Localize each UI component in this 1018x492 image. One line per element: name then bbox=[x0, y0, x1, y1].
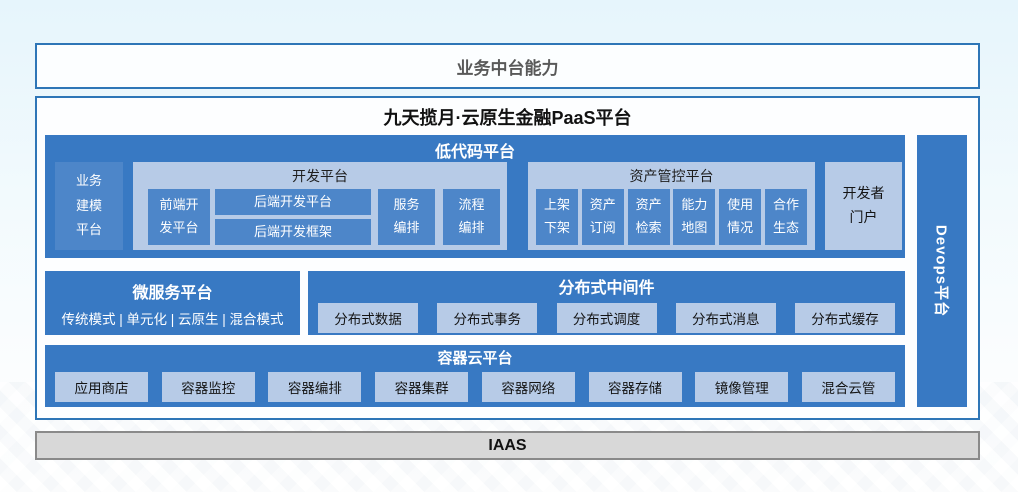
iaas-bar: IAAS bbox=[35, 431, 980, 460]
asset-buttons: 上架 下架 资产 订阅 资产 检索 能力 地图 使用 情况 合作 生态 bbox=[528, 189, 815, 245]
container-cloud-title: 容器云平台 bbox=[45, 345, 905, 368]
container-app-store: 应用商店 bbox=[55, 372, 148, 402]
backend-dev-platform: 后端开发平台 bbox=[215, 189, 371, 215]
middleware-title: 分布式中间件 bbox=[308, 271, 905, 298]
microservice-title: 微服务平台 bbox=[132, 279, 212, 303]
middleware-buttons: 分布式数据 分布式事务 分布式调度 分布式消息 分布式缓存 bbox=[308, 303, 905, 333]
container-orchestration: 容器编排 bbox=[268, 372, 361, 402]
container-cloud-platform-box: 容器云平台 应用商店 容器监控 容器编排 容器集群 容器网络 容器存储 镜像管理… bbox=[45, 345, 905, 407]
frontend-dev-platform: 前端开 发平台 bbox=[148, 189, 210, 245]
asset-item-search: 资产 检索 bbox=[628, 189, 670, 245]
asset-item-onoff-shelf: 上架 下架 bbox=[536, 189, 578, 245]
container-cluster: 容器集群 bbox=[375, 372, 468, 402]
developer-portal: 开发者 门户 bbox=[825, 162, 902, 250]
microservice-modes: 传统模式 | 单元化 | 云原生 | 混合模式 bbox=[61, 308, 283, 328]
distributed-middleware-box: 分布式中间件 分布式数据 分布式事务 分布式调度 分布式消息 分布式缓存 bbox=[308, 271, 905, 335]
container-network: 容器网络 bbox=[482, 372, 575, 402]
container-storage: 容器存储 bbox=[589, 372, 682, 402]
platform-title: 九天揽月·云原生金融PaaS平台 bbox=[37, 104, 978, 130]
dev-platform-buttons: 前端开 发平台 后端开发平台 后端开发框架 服务 编排 流程 编排 bbox=[133, 189, 507, 245]
middleware-distributed-scheduling: 分布式调度 bbox=[557, 303, 657, 333]
process-orchestration: 流程 编排 bbox=[443, 189, 500, 245]
business-modeling-platform: 业务 建模 平台 bbox=[55, 162, 123, 250]
backend-dev-framework: 后端开发框架 bbox=[215, 219, 371, 245]
paas-platform-container: 九天揽月·云原生金融PaaS平台 低代码平台 业务 建模 平台 开发平台 前端开… bbox=[35, 96, 980, 420]
iaas-label: IAAS bbox=[488, 437, 526, 455]
middleware-distributed-data: 分布式数据 bbox=[318, 303, 418, 333]
backend-stack: 后端开发平台 后端开发框架 bbox=[215, 189, 371, 245]
lowcode-platform-title: 低代码平台 bbox=[45, 135, 905, 162]
asset-management-panel: 资产管控平台 上架 下架 资产 订阅 资产 检索 能力 地图 使用 情况 合作 … bbox=[528, 162, 815, 250]
business-middle-platform-banner: 业务中台能力 bbox=[35, 43, 980, 89]
middleware-distributed-transaction: 分布式事务 bbox=[437, 303, 537, 333]
container-monitoring: 容器监控 bbox=[162, 372, 255, 402]
service-orchestration: 服务 编排 bbox=[378, 189, 435, 245]
asset-item-subscription: 资产 订阅 bbox=[582, 189, 624, 245]
asset-item-ecosystem: 合作 生态 bbox=[765, 189, 807, 245]
lowcode-content-row: 业务 建模 平台 开发平台 前端开 发平台 后端开发平台 后端开发框架 服务 编… bbox=[45, 162, 905, 250]
image-management: 镜像管理 bbox=[695, 372, 788, 402]
asset-item-capability-map: 能力 地图 bbox=[673, 189, 715, 245]
middleware-distributed-messaging: 分布式消息 bbox=[676, 303, 776, 333]
microservice-platform-box: 微服务平台 传统模式 | 单元化 | 云原生 | 混合模式 bbox=[45, 271, 300, 335]
dev-platform-title: 开发平台 bbox=[133, 162, 507, 186]
banner-label: 业务中台能力 bbox=[457, 54, 559, 79]
devops-platform-bar: Devops平台 bbox=[917, 135, 967, 407]
hybrid-cloud-management: 混合云管 bbox=[802, 372, 895, 402]
dev-platform-panel: 开发平台 前端开 发平台 后端开发平台 后端开发框架 服务 编排 流程 编排 bbox=[133, 162, 507, 250]
asset-management-title: 资产管控平台 bbox=[528, 162, 815, 186]
lowcode-platform-box: 低代码平台 业务 建模 平台 开发平台 前端开 发平台 后端开发平台 后端开发框… bbox=[45, 135, 905, 258]
container-cloud-buttons: 应用商店 容器监控 容器编排 容器集群 容器网络 容器存储 镜像管理 混合云管 bbox=[45, 372, 905, 402]
middleware-distributed-cache: 分布式缓存 bbox=[795, 303, 895, 333]
devops-label: Devops平台 bbox=[932, 225, 953, 317]
asset-item-usage: 使用 情况 bbox=[719, 189, 761, 245]
